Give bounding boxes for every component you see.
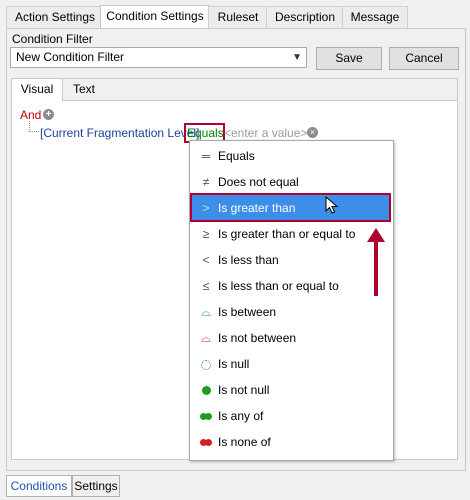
tab-settings[interactable]: Settings [72, 475, 120, 497]
none-of-icon [198, 429, 214, 455]
menu-item-is-any-of[interactable]: Is any of [190, 403, 391, 429]
tab-conditions[interactable]: Conditions [6, 475, 72, 497]
not-equal-icon: ≠ [202, 175, 210, 189]
menu-item-is-greater-or-equal[interactable]: ≥ Is greater than or equal to [190, 221, 391, 247]
remove-condition-icon[interactable]: × [307, 127, 318, 138]
arrow-up-icon [367, 228, 385, 296]
any-of-icon [198, 403, 214, 429]
menu-item-does-not-equal[interactable]: ≠ Does not equal [190, 169, 391, 195]
editor-tab-bar: Visual Text [12, 79, 457, 101]
operator-dropdown-menu: ═ Equals ≠ Does not equal > Is greater t… [189, 140, 394, 461]
tab-condition-settings[interactable]: Condition Settings [100, 5, 210, 29]
between-icon: ⌓ [201, 305, 211, 319]
menu-item-is-less-than[interactable]: < Is less than [190, 247, 391, 273]
save-button[interactable]: Save [316, 47, 382, 70]
condition-field[interactable]: [Current Fragmentation Level] [40, 126, 199, 140]
tab-action-settings[interactable]: Action Settings [6, 6, 104, 28]
null-icon [198, 351, 214, 377]
equals-icon: ═ [201, 149, 211, 163]
condition-filter-value: New Condition Filter [16, 50, 125, 64]
menu-item-equals[interactable]: ═ Equals [190, 143, 391, 169]
condition-value[interactable]: <enter a value> [224, 126, 307, 140]
mouse-cursor-icon [325, 196, 339, 214]
tab-ruleset[interactable]: Ruleset [208, 6, 268, 28]
less-than-icon: < [202, 253, 210, 267]
group-operator[interactable]: And [20, 108, 41, 122]
less-equal-icon: ≤ [202, 279, 210, 293]
menu-item-is-none-of[interactable]: Is none of [190, 429, 391, 455]
selected-item-highlight-box [190, 193, 391, 222]
chevron-down-icon[interactable]: ▼ [292, 48, 302, 67]
condition-filter-combo[interactable]: New Condition Filter ▼ [10, 47, 307, 68]
greater-equal-icon: ≥ [202, 227, 210, 241]
menu-item-is-between[interactable]: ⌓ Is between [190, 299, 391, 325]
menu-item-is-not-between[interactable]: ⌓ Is not between [190, 325, 391, 351]
tab-visual[interactable]: Visual [12, 79, 63, 101]
add-condition-icon[interactable]: + [43, 109, 54, 120]
menu-item-is-less-or-equal[interactable]: ≤ Is less than or equal to [190, 273, 391, 299]
tree-connector [29, 121, 39, 132]
condition-filter-label: Condition Filter [12, 32, 93, 46]
menu-item-is-not-null[interactable]: Is not null [190, 377, 391, 403]
tab-message[interactable]: Message [342, 6, 408, 28]
tab-text[interactable]: Text [62, 79, 106, 99]
cancel-button[interactable]: Cancel [389, 47, 459, 70]
not-between-icon: ⌓ [201, 331, 211, 345]
tab-description[interactable]: Description [266, 6, 344, 28]
not-null-icon [198, 377, 214, 403]
menu-item-is-null[interactable]: Is null [190, 351, 391, 377]
